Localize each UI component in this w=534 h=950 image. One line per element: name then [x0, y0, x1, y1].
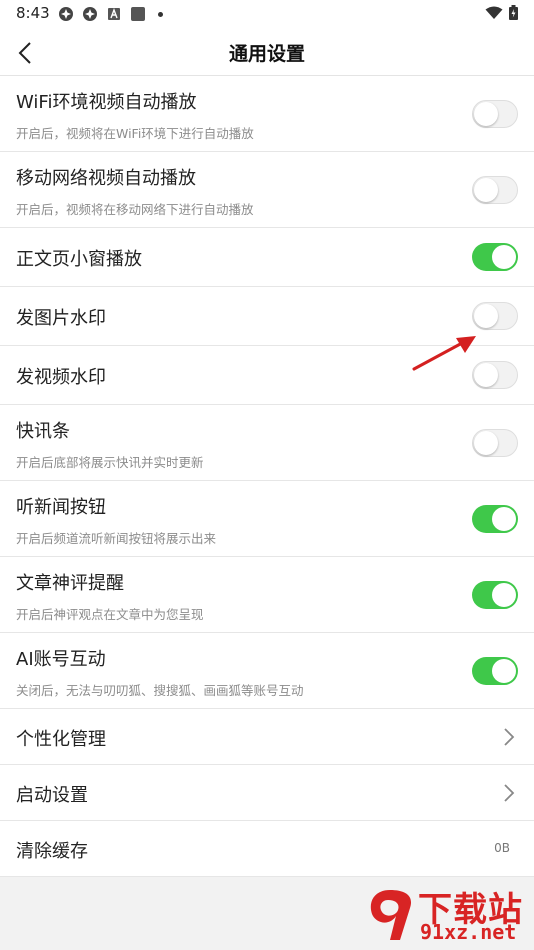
chevron-right-icon	[504, 784, 515, 802]
clear-cache-row[interactable]: 清除缓存 0B	[0, 821, 534, 877]
top-comment-toggle[interactable]	[472, 581, 518, 609]
image-watermark-toggle[interactable]	[472, 302, 518, 330]
more-notifications-dot	[158, 11, 163, 17]
settings-list: WiFi环境视频自动播放 开启后，视频将在WiFi环境下进行自动播放 移动网络视…	[0, 76, 534, 877]
listen-news-toggle[interactable]	[472, 505, 518, 533]
setting-label: 快讯条	[16, 421, 70, 442]
battery-icon	[509, 5, 518, 20]
toggle-knob	[492, 583, 516, 607]
setting-description: 开启后神评观点在文章中为您呈现	[16, 607, 204, 622]
setting-label: 发视频水印	[16, 367, 106, 388]
toggle-knob	[492, 507, 516, 531]
nav-label: 个性化管理	[16, 729, 106, 750]
system-indicators	[485, 5, 518, 20]
mini-window-toggle[interactable]	[472, 243, 518, 271]
setting-wifi-autoplay: WiFi环境视频自动播放 开启后，视频将在WiFi环境下进行自动播放	[0, 76, 534, 152]
annotation-arrow	[412, 336, 476, 371]
site-watermark: 下载站 91xz.net	[360, 882, 530, 948]
cache-size-value: 0B	[494, 841, 510, 855]
setting-description: 开启后频道流听新闻按钮将展示出来	[16, 531, 217, 546]
app-notification-icon	[59, 7, 73, 21]
setting-label: WiFi环境视频自动播放	[16, 92, 197, 113]
toggle-knob	[492, 245, 516, 269]
setting-label: 正文页小窗播放	[16, 249, 142, 270]
news-ticker-toggle[interactable]	[472, 429, 518, 457]
setting-mini-window: 正文页小窗播放	[0, 228, 534, 287]
setting-mobile-autoplay: 移动网络视频自动播放 开启后，视频将在移动网络下进行自动播放	[0, 152, 534, 228]
setting-description: 开启后，视频将在移动网络下进行自动播放	[16, 202, 254, 217]
setting-label: 发图片水印	[16, 308, 106, 329]
setting-ai-interaction: AI账号互动 关闭后，无法与叨叨狐、搜搜狐、画画狐等账号互动	[0, 633, 534, 709]
notification-icons	[58, 5, 163, 23]
chevron-right-icon	[504, 728, 515, 746]
toggle-knob	[474, 102, 498, 126]
ai-interaction-toggle[interactable]	[472, 657, 518, 685]
toggle-knob	[492, 659, 516, 683]
watermark-logo-icon	[370, 890, 412, 940]
setting-label: 听新闻按钮	[16, 497, 106, 518]
wifi-icon	[485, 6, 503, 19]
status-bar: 8:43	[0, 0, 534, 28]
toggle-knob	[474, 431, 498, 455]
nav-startup-settings[interactable]: 启动设置	[0, 765, 534, 821]
nav-label: 启动设置	[16, 785, 88, 806]
app-square-icon	[131, 7, 145, 21]
toggle-knob	[474, 178, 498, 202]
page-title: 通用设置	[228, 43, 305, 65]
setting-label: 移动网络视频自动播放	[16, 168, 196, 189]
nav-personalization[interactable]: 个性化管理	[0, 709, 534, 765]
mobile-autoplay-toggle[interactable]	[472, 176, 518, 204]
setting-description: 关闭后，无法与叨叨狐、搜搜狐、画画狐等账号互动	[16, 683, 304, 698]
font-app-icon	[108, 8, 120, 20]
setting-description: 开启后，视频将在WiFi环境下进行自动播放	[16, 126, 254, 141]
wifi-autoplay-toggle[interactable]	[472, 100, 518, 128]
status-time: 8:43	[16, 4, 50, 22]
clear-cache-label: 清除缓存	[16, 841, 88, 862]
setting-top-comment: 文章神评提醒 开启后神评观点在文章中为您呈现	[0, 557, 534, 633]
title-bar: 通用设置	[0, 28, 534, 76]
setting-label: AI账号互动	[16, 649, 106, 670]
app-notification-icon	[83, 7, 97, 21]
setting-listen-news: 听新闻按钮 开启后频道流听新闻按钮将展示出来	[0, 481, 534, 557]
setting-label: 文章神评提醒	[16, 573, 124, 594]
watermark-url: 91xz.net	[420, 920, 517, 944]
setting-news-ticker: 快讯条 开启后底部将展示快讯并实时更新	[0, 405, 534, 481]
toggle-knob	[474, 304, 498, 328]
setting-description: 开启后底部将展示快讯并实时更新	[16, 455, 204, 470]
